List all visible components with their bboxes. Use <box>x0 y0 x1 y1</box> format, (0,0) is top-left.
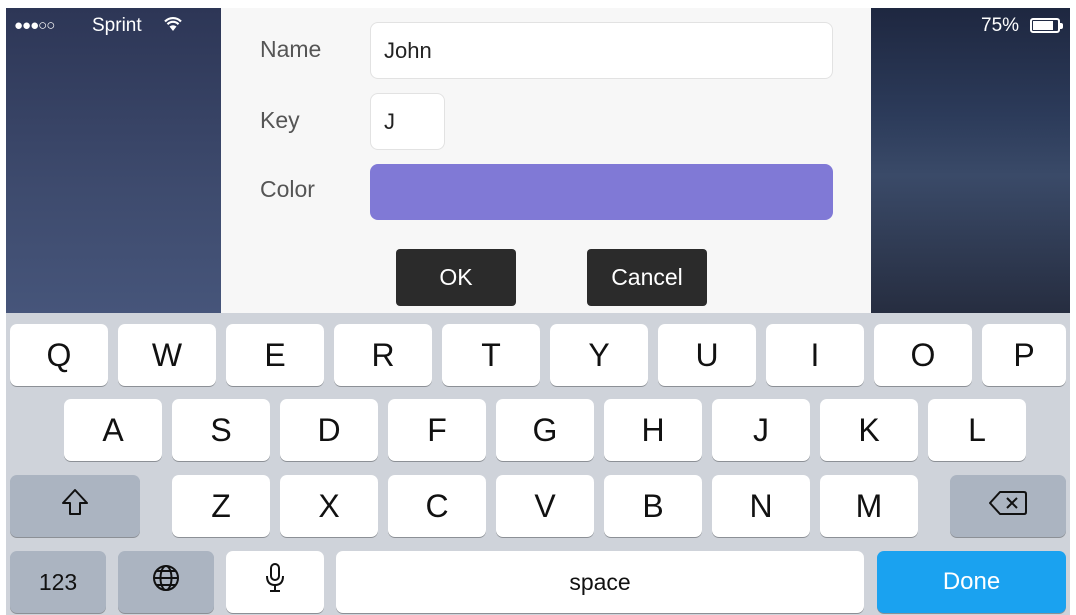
battery-percentage: 75% <box>981 15 1020 36</box>
key-input[interactable]: J <box>370 93 445 150</box>
screen: ●●●○○ Sprint 75% Name John Key J Color O… <box>6 8 1070 615</box>
key-r[interactable]: R <box>334 324 432 386</box>
key-m[interactable]: M <box>820 475 918 537</box>
cancel-button[interactable]: Cancel <box>587 249 707 306</box>
key-d[interactable]: D <box>280 399 378 461</box>
key-k[interactable]: K <box>820 399 918 461</box>
color-swatch[interactable] <box>370 164 833 220</box>
key-q[interactable]: Q <box>10 324 108 386</box>
key-l[interactable]: L <box>928 399 1026 461</box>
done-button[interactable]: Done <box>877 551 1066 613</box>
color-label: Color <box>260 176 315 202</box>
key-z[interactable]: Z <box>172 475 270 537</box>
background-right-panel <box>871 8 1070 313</box>
name-label: Name <box>260 36 322 62</box>
key-c[interactable]: C <box>388 475 486 537</box>
key-h[interactable]: H <box>604 399 702 461</box>
shift-icon <box>60 487 90 525</box>
microphone-icon <box>264 562 286 602</box>
battery-icon <box>1030 18 1063 33</box>
key-e[interactable]: E <box>226 324 324 386</box>
ok-button[interactable]: OK <box>396 249 516 306</box>
key-b[interactable]: B <box>604 475 702 537</box>
dictation-key[interactable] <box>226 551 324 613</box>
space-key[interactable]: space <box>336 551 864 613</box>
signal-strength: ●●●○○ <box>14 17 55 34</box>
key-i[interactable]: I <box>766 324 864 386</box>
key-p[interactable]: P <box>982 324 1066 386</box>
globe-key[interactable] <box>118 551 214 613</box>
key-n[interactable]: N <box>712 475 810 537</box>
numbers-key[interactable]: 123 <box>10 551 106 613</box>
carrier-name: Sprint <box>92 15 142 36</box>
key-g[interactable]: G <box>496 399 594 461</box>
key-o[interactable]: O <box>874 324 972 386</box>
shift-key[interactable] <box>10 475 140 537</box>
globe-icon <box>151 563 181 601</box>
backspace-icon <box>988 488 1028 525</box>
key-label: Key <box>260 107 300 133</box>
edit-dialog: Name John Key J Color OK Cancel <box>221 8 871 313</box>
backspace-key[interactable] <box>950 475 1066 537</box>
key-f[interactable]: F <box>388 399 486 461</box>
key-t[interactable]: T <box>442 324 540 386</box>
key-v[interactable]: V <box>496 475 594 537</box>
key-u[interactable]: U <box>658 324 756 386</box>
keyboard: Q W E R T Y U I O P A S D F G H J K L Z … <box>6 313 1070 615</box>
key-a[interactable]: A <box>64 399 162 461</box>
key-s[interactable]: S <box>172 399 270 461</box>
key-j[interactable]: J <box>712 399 810 461</box>
name-input[interactable]: John <box>370 22 833 79</box>
wifi-icon <box>162 14 184 37</box>
key-x[interactable]: X <box>280 475 378 537</box>
key-w[interactable]: W <box>118 324 216 386</box>
background-left-panel <box>6 8 221 313</box>
key-y[interactable]: Y <box>550 324 648 386</box>
